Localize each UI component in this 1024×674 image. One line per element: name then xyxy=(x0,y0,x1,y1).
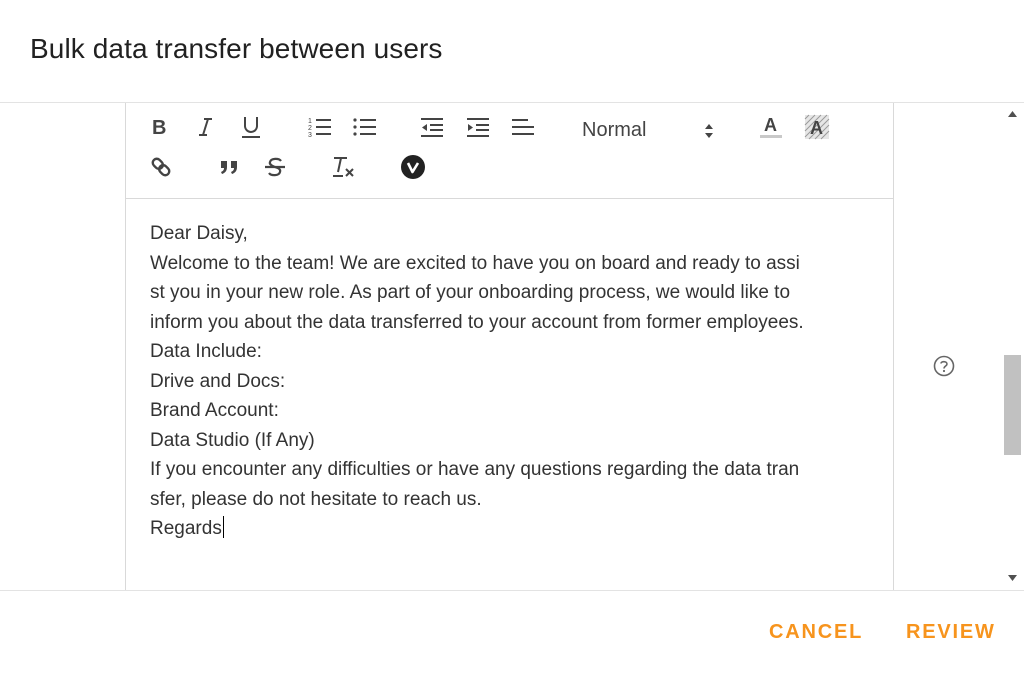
footer-divider xyxy=(0,590,1024,591)
text-size-select[interactable]: Normal xyxy=(582,114,722,146)
underline-icon xyxy=(242,117,260,138)
text-color-icon: A xyxy=(760,115,782,138)
editor-line: Welcome to the team! We are excited to h… xyxy=(150,252,800,274)
clear-format-button[interactable] xyxy=(330,153,358,181)
review-button[interactable]: REVIEW xyxy=(906,621,996,644)
strikethrough-button[interactable] xyxy=(261,153,289,181)
blockquote-button[interactable] xyxy=(216,153,244,181)
italic-icon xyxy=(199,118,212,136)
editor-line: sfer, please do not hesitate to reach us… xyxy=(150,488,482,510)
text-size-value: Normal xyxy=(582,118,647,141)
vertical-scrollbar[interactable] xyxy=(1002,103,1022,590)
scroll-down-arrow-icon[interactable] xyxy=(1008,575,1017,581)
dialog-title: Bulk data transfer between users xyxy=(30,33,443,64)
cancel-button[interactable]: CANCEL xyxy=(769,621,863,644)
help-icon[interactable] xyxy=(933,355,955,377)
ordered-list-button[interactable]: 1 2 3 xyxy=(306,113,334,141)
outdent-icon xyxy=(421,118,443,137)
background-color-icon: A xyxy=(804,114,830,140)
bulk-transfer-dialog: Bulk data transfer between users B 1 2 3… xyxy=(0,0,1024,674)
svg-text:A: A xyxy=(810,118,823,138)
svg-text:2: 2 xyxy=(308,125,312,132)
bold-button[interactable]: B xyxy=(146,113,174,141)
editor-line: Drive and Docs: xyxy=(150,370,286,392)
svg-text:B: B xyxy=(152,117,166,137)
bold-icon: B xyxy=(152,117,166,137)
editor-line: If you encounter any difficulties or hav… xyxy=(150,459,800,480)
editor-content[interactable]: Dear Daisy, Welcome to the team! We are … xyxy=(126,200,893,590)
background-color-button[interactable]: A xyxy=(803,113,831,141)
select-arrows-icon xyxy=(705,124,713,138)
dialog-content-scroll-area[interactable]: B 1 2 3 Normal A A Dear Daisy, Welcome t… xyxy=(0,103,1024,590)
scroll-up-arrow-icon[interactable] xyxy=(1008,111,1017,117)
rich-text-editor: B 1 2 3 Normal A A Dear Daisy, Welcome t… xyxy=(125,103,894,590)
align-left-icon xyxy=(512,119,534,135)
text-cursor xyxy=(222,516,224,538)
editor-line: Regards xyxy=(150,518,222,539)
svg-text:1: 1 xyxy=(308,118,312,125)
indent-icon xyxy=(467,118,489,137)
link-button[interactable] xyxy=(147,153,175,181)
bullet-list-icon xyxy=(353,118,376,136)
editor-line: Data Include: xyxy=(150,341,262,362)
editor-line: st you in your new role. As part of your… xyxy=(150,282,791,303)
video-button[interactable] xyxy=(399,153,427,181)
editor-toolbar: B 1 2 3 Normal A A xyxy=(126,103,893,199)
ordered-list-icon: 1 2 3 xyxy=(308,118,331,138)
svg-text:A: A xyxy=(764,115,777,135)
outdent-button[interactable] xyxy=(418,113,446,141)
text-color-button[interactable]: A xyxy=(757,113,785,141)
editor-line-last: Regards xyxy=(150,514,869,544)
clear-format-icon xyxy=(333,157,354,177)
bullet-list-button[interactable] xyxy=(351,113,379,141)
svg-text:3: 3 xyxy=(308,132,312,138)
underline-button[interactable] xyxy=(237,113,265,141)
editor-line: Data Studio (If Any) xyxy=(150,429,315,451)
indent-button[interactable] xyxy=(464,113,492,141)
link-icon xyxy=(151,157,171,177)
scrollbar-thumb[interactable] xyxy=(1004,355,1021,455)
editor-line: Brand Account: xyxy=(150,400,279,421)
italic-button[interactable] xyxy=(192,113,220,141)
video-icon xyxy=(401,155,425,179)
editor-line: Dear Daisy, xyxy=(150,223,248,244)
editor-line: inform you about the data transferred to… xyxy=(150,311,804,333)
align-button[interactable] xyxy=(509,113,537,141)
strikethrough-icon xyxy=(265,157,285,177)
quote-icon xyxy=(221,161,237,174)
